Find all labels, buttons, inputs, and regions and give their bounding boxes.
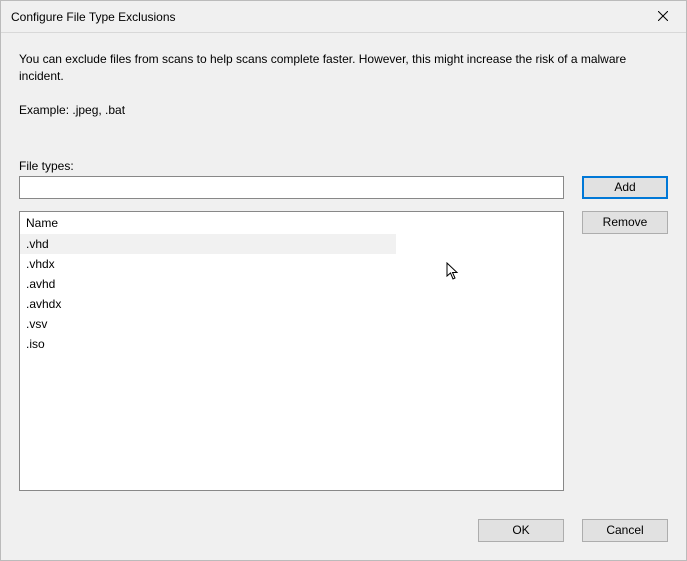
cancel-button[interactable]: Cancel [582,519,668,542]
list-header-name: Name [20,212,563,234]
window-title: Configure File Type Exclusions [11,10,176,24]
description-text: You can exclude files from scans to help… [19,51,649,85]
close-icon [658,10,668,24]
file-types-label: File types: [19,159,668,173]
list-item[interactable]: .avhdx [20,294,396,314]
footer: OK Cancel [1,509,686,560]
file-type-input[interactable] [19,176,564,199]
list-item[interactable]: .avhd [20,274,396,294]
file-types-listbox[interactable]: Name .vhd.vhdx.avhd.avhdx.vsv.iso [19,211,564,491]
dialog-window: Configure File Type Exclusions You can e… [0,0,687,561]
list-item[interactable]: .iso [20,334,396,354]
list-row: Name .vhd.vhdx.avhd.avhdx.vsv.iso Remove [19,211,668,499]
example-text: Example: .jpeg, .bat [19,103,668,117]
content-area: You can exclude files from scans to help… [1,33,686,509]
list-item[interactable]: .vhdx [20,254,396,274]
titlebar: Configure File Type Exclusions [1,1,686,33]
close-button[interactable] [640,1,686,32]
remove-button[interactable]: Remove [582,211,668,234]
list-items-container: .vhd.vhdx.avhd.avhdx.vsv.iso [20,234,563,354]
side-column: Remove [582,211,668,499]
input-row: Add [19,176,668,199]
list-item[interactable]: .vsv [20,314,396,334]
add-button[interactable]: Add [582,176,668,199]
list-item[interactable]: .vhd [20,234,396,254]
ok-button[interactable]: OK [478,519,564,542]
